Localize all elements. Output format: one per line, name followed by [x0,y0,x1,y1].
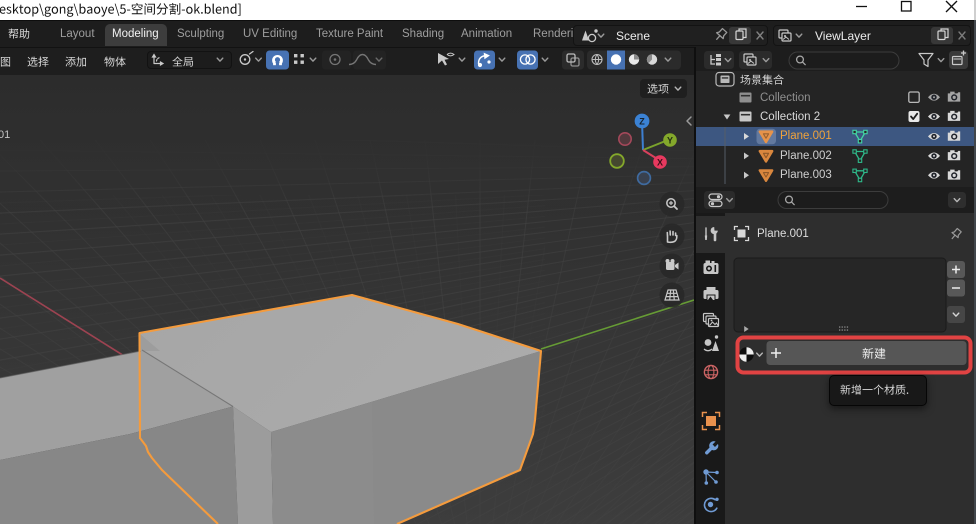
svg-text:Y: Y [667,136,673,146]
svg-text:X: X [657,158,663,168]
svg-text:Z: Z [639,117,645,127]
